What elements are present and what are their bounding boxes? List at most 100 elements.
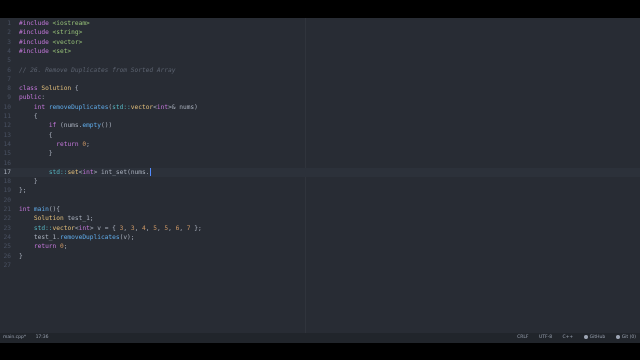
code-line[interactable]: 13 { xyxy=(0,131,640,140)
code-token: ()) xyxy=(101,122,113,130)
line-number[interactable]: 2 xyxy=(0,28,11,37)
code-line[interactable]: 21 int main(){ xyxy=(0,205,640,214)
line-number[interactable]: 7 xyxy=(0,75,11,84)
git-button[interactable]: Git (0) xyxy=(615,333,636,343)
code-line[interactable]: 20 xyxy=(0,196,640,205)
cursor-position[interactable]: 17:36 xyxy=(36,333,49,343)
line-code: { xyxy=(19,112,38,121)
code-line[interactable]: 6 // 26. Remove Duplicates from Sorted Ar… xyxy=(0,66,640,75)
code-token: ; xyxy=(86,140,90,148)
code-editor[interactable]: 1 #include <iostream> 2 #include <string> 3 #… xyxy=(0,18,640,333)
line-number[interactable]: 13 xyxy=(0,131,11,140)
line-code: #include <vector> xyxy=(19,38,82,47)
code-line[interactable]: 9 public: xyxy=(0,93,640,102)
line-code: class Solution { xyxy=(19,84,79,93)
line-number[interactable]: 17 xyxy=(0,168,11,177)
code-token: #include xyxy=(19,47,53,55)
code-line[interactable]: 4 #include <set> xyxy=(0,47,640,56)
status-left: main.cpp* 17:36 xyxy=(3,333,49,343)
code-token: main xyxy=(33,206,49,213)
code-token: { xyxy=(19,113,38,120)
line-number[interactable]: 24 xyxy=(0,233,11,242)
line-ending[interactable]: CRLF xyxy=(517,333,528,343)
code-line[interactable]: 25 return 0; xyxy=(0,242,640,251)
encoding[interactable]: UTF-8 xyxy=(539,333,552,343)
line-code: #include <string> xyxy=(19,28,82,37)
line-code: return 0; xyxy=(19,140,90,149)
code-token: }; xyxy=(19,187,27,195)
github-icon xyxy=(583,334,588,339)
text-cursor xyxy=(150,167,152,176)
line-code: std::set<int> int_set(nums. xyxy=(19,167,152,177)
code-line[interactable]: 18 } xyxy=(0,177,640,186)
code-line[interactable]: 11 { xyxy=(0,112,640,121)
code-line[interactable]: 10 int removeDuplicates(std::vector<int>… xyxy=(0,103,640,112)
code-line[interactable]: 5 xyxy=(0,56,640,65)
line-number[interactable]: 12 xyxy=(0,121,11,130)
code-line[interactable]: 27 xyxy=(0,261,640,270)
line-code: test_1.removeDuplicates(v); xyxy=(19,233,135,242)
line-number[interactable]: 8 xyxy=(0,84,11,93)
code-line[interactable]: 22 Solution test_1; xyxy=(0,214,640,223)
line-code: public: xyxy=(19,93,45,102)
line-code: }; xyxy=(19,186,26,195)
code-token: Solution xyxy=(41,85,72,93)
line-code: } xyxy=(19,252,23,261)
code-line[interactable]: 26} xyxy=(0,252,640,261)
code-line[interactable]: 1 #include <iostream> xyxy=(0,19,640,28)
line-number[interactable]: 16 xyxy=(0,159,11,168)
line-number[interactable]: 3 xyxy=(0,38,11,47)
line-number[interactable]: 26 xyxy=(0,252,11,261)
code-token: , xyxy=(179,224,187,232)
code-token: int xyxy=(156,103,169,111)
code-token: return xyxy=(56,140,83,148)
line-number[interactable]: 6 xyxy=(0,66,11,75)
code-token: (){ xyxy=(48,206,60,213)
code-line[interactable]: 14 return 0; xyxy=(0,140,640,149)
code-token: #include xyxy=(19,20,53,27)
line-number[interactable]: 1 xyxy=(0,19,11,28)
code-line[interactable]: 23 std::vector<int> v = { 3, 3, 4, 5, 5,… xyxy=(0,224,640,233)
line-number[interactable]: 4 xyxy=(0,47,11,56)
code-line[interactable]: 19}; xyxy=(0,186,640,195)
code-token: }; xyxy=(190,224,202,232)
github-button[interactable]: GitHub xyxy=(583,333,605,343)
line-number[interactable]: 18 xyxy=(0,177,11,186)
line-number[interactable]: 9 xyxy=(0,93,11,102)
file-name[interactable]: main.cpp* xyxy=(3,333,26,343)
code-line[interactable]: 8 class Solution { xyxy=(0,84,640,93)
line-number[interactable]: 15 xyxy=(0,149,11,158)
line-number[interactable]: 20 xyxy=(0,196,11,205)
line-number[interactable]: 10 xyxy=(0,103,11,112)
grammar[interactable]: C++ xyxy=(563,333,574,343)
line-number[interactable]: 11 xyxy=(0,112,11,121)
git-icon xyxy=(615,334,620,339)
code-token: set xyxy=(67,168,79,176)
code-line[interactable]: 17 std::set<int> int_set(nums. xyxy=(0,167,640,178)
line-number[interactable]: 27 xyxy=(0,261,11,270)
line-code: } xyxy=(19,177,38,186)
code-token: } xyxy=(19,178,38,186)
line-number[interactable]: 19 xyxy=(0,186,11,195)
code-line[interactable]: 15 } xyxy=(0,149,640,158)
code-token: <vector> xyxy=(52,38,83,46)
line-number[interactable]: 5 xyxy=(0,56,11,65)
line-number[interactable]: 23 xyxy=(0,224,11,233)
code-token: if xyxy=(48,122,60,130)
code-line[interactable]: 7 xyxy=(0,75,640,84)
code-line[interactable]: 24 test_1.removeDuplicates(v); xyxy=(0,233,640,242)
line-code: int main(){ xyxy=(19,205,60,214)
code-line[interactable]: 12 if (nums.empty()) xyxy=(0,121,640,130)
code-token: vector xyxy=(130,103,154,111)
line-number[interactable]: 22 xyxy=(0,214,11,223)
line-number[interactable]: 14 xyxy=(0,140,11,149)
code-line[interactable]: 16 xyxy=(0,159,640,168)
line-number[interactable]: 25 xyxy=(0,242,11,251)
code-line[interactable]: 2 #include <string> xyxy=(0,28,640,37)
code-token: > v = { xyxy=(89,224,120,232)
code-line[interactable]: 3 #include <vector> xyxy=(0,38,640,47)
code-token: test_1. xyxy=(19,233,60,241)
line-number[interactable]: 21 xyxy=(0,205,11,214)
